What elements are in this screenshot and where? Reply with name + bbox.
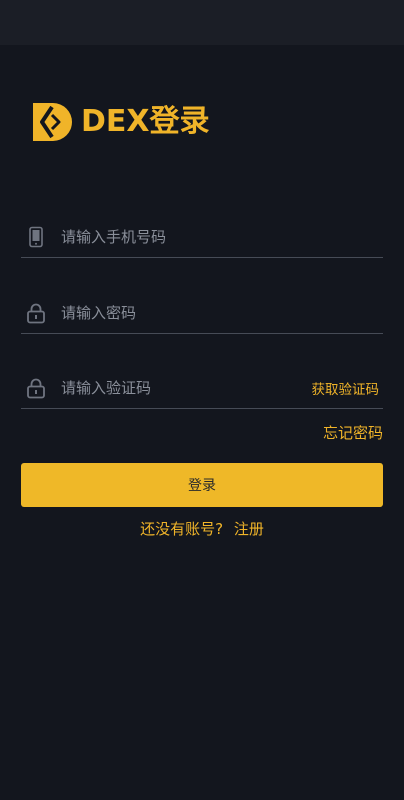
register-link[interactable]: 注册 (234, 520, 264, 538)
login-button[interactable]: 登录 (21, 463, 383, 507)
dex-logo-icon (33, 103, 72, 141)
lock-icon (27, 378, 45, 399)
password-field[interactable] (21, 293, 383, 334)
forgot-password-link[interactable]: 忘记密码 (323, 422, 383, 443)
verification-code-field[interactable]: 获取验证码 (21, 368, 383, 409)
lock-icon (27, 303, 45, 324)
register-prompt: 还没有账号? (140, 520, 224, 538)
get-code-button[interactable]: 获取验证码 (312, 378, 380, 398)
phone-field[interactable] (21, 217, 383, 258)
phone-input[interactable] (61, 222, 383, 252)
login-page: DEX登录 获取验证码 忘记密码 登录 还没有账号? 注册 (0, 0, 404, 800)
phone-icon (29, 226, 43, 248)
password-input[interactable] (61, 298, 383, 328)
page-title: DEX登录 (81, 104, 210, 139)
verification-code-input[interactable] (61, 373, 312, 403)
register-row: 还没有账号? 注册 (0, 518, 404, 539)
status-bar (0, 0, 404, 45)
brand-header: DEX登录 (31, 101, 210, 143)
